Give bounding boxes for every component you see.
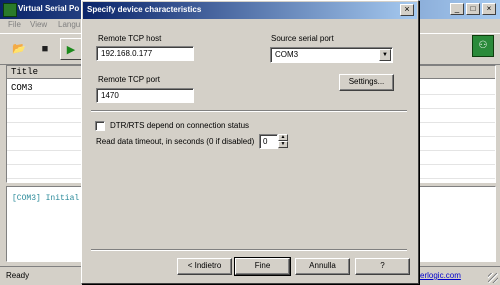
status-text: Ready xyxy=(6,271,30,280)
remote-host-label: Remote TCP host xyxy=(98,34,162,43)
spin-up-icon[interactable]: ▲ xyxy=(278,134,288,141)
dialog-titlebar[interactable]: Specify device characteristics × xyxy=(83,2,417,19)
menu-view[interactable]: View xyxy=(30,20,47,29)
spin-down-icon[interactable]: ▼ xyxy=(278,141,288,148)
folder-icon[interactable]: 📂 xyxy=(8,38,30,60)
timeout-stepper[interactable]: 0 ▲ ▼ xyxy=(259,134,289,149)
maximize-button[interactable]: □ xyxy=(466,3,480,15)
source-port-select[interactable]: COM3 ▼ xyxy=(270,47,393,63)
remote-host-input[interactable] xyxy=(96,46,194,61)
timeout-input[interactable]: 0 xyxy=(259,134,278,149)
finish-button[interactable]: Fine xyxy=(234,257,291,276)
remote-port-input[interactable] xyxy=(96,88,194,103)
dtr-rts-checkbox[interactable] xyxy=(95,121,105,131)
save-icon[interactable]: ■ xyxy=(34,38,56,60)
close-icon[interactable]: × xyxy=(400,4,414,16)
help-button[interactable]: ? xyxy=(355,258,410,275)
list-item-label: COM3 xyxy=(11,83,33,93)
divider xyxy=(91,110,407,112)
website-link[interactable]: cerlogic.com xyxy=(416,271,461,280)
app-icon xyxy=(3,3,17,17)
source-port-value: COM3 xyxy=(275,50,299,59)
settings-button[interactable]: Settings... xyxy=(339,74,394,91)
remote-port-label: Remote TCP port xyxy=(98,75,160,84)
close-button[interactable]: × xyxy=(482,3,496,15)
menu-file[interactable]: File xyxy=(8,20,21,29)
main-window-title: Virtual Serial Po xyxy=(18,4,80,13)
main-window-controls: _ □ × xyxy=(450,3,496,15)
minimize-button[interactable]: _ xyxy=(450,3,464,15)
resize-grip[interactable] xyxy=(488,273,498,283)
column-title: Title xyxy=(11,67,39,77)
menu-language[interactable]: Langu xyxy=(58,20,80,29)
source-port-label: Source serial port xyxy=(271,34,334,43)
device-characteristics-dialog: Specify device characteristics × Remote … xyxy=(81,0,419,284)
timeout-label: Read data timeout, in seconds (0 if disa… xyxy=(96,137,255,146)
play-icon[interactable]: ▶ xyxy=(60,38,82,60)
chevron-down-icon[interactable]: ▼ xyxy=(379,49,391,61)
cancel-button[interactable]: Annulla xyxy=(295,258,350,275)
dialog-title: Specify device characteristics xyxy=(87,5,202,14)
back-button[interactable]: < Indietro xyxy=(177,258,232,275)
dtr-rts-label: DTR/RTS depend on connection status xyxy=(110,121,250,130)
network-icon[interactable]: ⚇ xyxy=(472,35,494,57)
log-text: [COM3] Initial xyxy=(12,194,80,203)
divider xyxy=(91,249,407,251)
